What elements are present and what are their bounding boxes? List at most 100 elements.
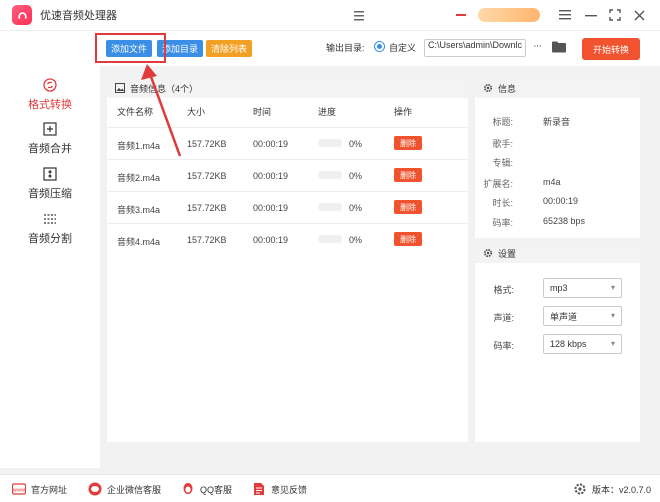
wechat-support-link[interactable]: 企业微信客服 <box>88 482 161 496</box>
decor-dash-icon <box>456 14 466 16</box>
delete-button[interactable]: 删除 <box>394 168 422 182</box>
info-key: 码率: <box>492 218 513 228</box>
svg-text:www: www <box>13 488 25 494</box>
column-header: 时间 <box>253 107 272 117</box>
chevron-down-icon: ▾ <box>610 283 615 292</box>
website-link[interactable]: www 官方网址 <box>12 482 67 496</box>
info-value: m4a <box>543 177 561 187</box>
more-icon[interactable]: ··· <box>533 40 542 52</box>
table-row[interactable]: 音频3.m4a 157.72KB 00:00:19 0% 删除 <box>107 191 468 222</box>
file-size: 157.72KB <box>187 235 227 245</box>
compress-icon <box>43 167 57 181</box>
output-dir-label: 输出目录: <box>326 43 365 53</box>
version-info: 版本：v2.0.7.0 <box>573 482 651 496</box>
output-path-input[interactable]: C:\Users\admin\Downlc <box>424 39 526 57</box>
settings-title: 设置 <box>498 248 517 259</box>
file-time: 00:00:19 <box>253 139 289 149</box>
sidebar-item-label: 音频压缩 <box>28 188 72 200</box>
progress-bar <box>318 203 342 211</box>
progress-text: 0% <box>349 235 363 245</box>
column-header: 文件名称 <box>117 107 154 117</box>
sidebar-item-merge[interactable]: 音频合并 <box>0 122 100 156</box>
progress-text: 0% <box>349 139 363 149</box>
clear-list-button[interactable]: 清除列表 <box>206 40 253 57</box>
info-panel: 信息 标题: 新录音 歌手: 专辑: 扩展名: m4a 时长: 00:00:19… <box>475 78 640 238</box>
file-name: 音频4.m4a <box>117 237 161 247</box>
file-time: 00:00:19 <box>253 171 289 181</box>
channel-value: 单声道 <box>550 311 578 322</box>
merge-icon <box>43 122 57 136</box>
sidebar-item-label: 音频分割 <box>28 233 72 245</box>
info-key: 专辑: <box>492 158 513 168</box>
delete-button[interactable]: 删除 <box>394 200 422 214</box>
progress-text: 0% <box>349 171 363 181</box>
table-row[interactable]: 音频4.m4a 157.72KB 00:00:19 0% 删除 <box>107 223 468 254</box>
bitrate-label: 码率: <box>493 341 514 351</box>
close-icon[interactable] <box>630 6 648 24</box>
info-key: 扩展名: <box>483 179 513 189</box>
sidebar-item-compress[interactable]: 音频压缩 <box>0 167 100 201</box>
sidebar-item-split[interactable]: 音频分割 <box>0 212 100 246</box>
maximize-icon[interactable] <box>606 6 624 24</box>
progress-bar <box>318 235 342 243</box>
start-convert-button[interactable]: 开始转换 <box>582 38 640 60</box>
minimize-icon[interactable] <box>582 6 600 24</box>
column-header: 进度 <box>318 107 337 117</box>
channel-select[interactable]: 单声道 ▾ <box>543 306 622 326</box>
format-select[interactable]: mp3 ▾ <box>543 278 622 298</box>
chevron-down-icon: ▾ <box>610 311 615 320</box>
info-title: 信息 <box>498 83 517 94</box>
sidebar-item-format-convert[interactable]: 格式转换 <box>0 78 100 112</box>
title-bar: 优速音频处理器 <box>0 0 660 30</box>
format-value: mp3 <box>550 283 568 293</box>
file-list-panel: 音频信息（4个） 文件名称 大小 时间 进度 操作 音频1.m4a 157.72… <box>107 78 468 442</box>
info-value: 新录音 <box>543 117 571 127</box>
channel-label: 声道: <box>493 313 514 323</box>
file-name: 音频3.m4a <box>117 205 161 215</box>
info-header: 信息 <box>475 78 640 98</box>
promo-badge[interactable] <box>478 8 540 22</box>
wechat-icon <box>88 482 102 496</box>
progress-bar <box>318 171 342 179</box>
status-bar: www 官方网址 企业微信客服 QQ客服 意见反馈 版本：v2.0.7.0 <box>0 474 660 502</box>
format-label: 格式: <box>493 285 514 295</box>
qq-support-link[interactable]: QQ客服 <box>181 482 232 496</box>
settings-panel: 设置 格式: mp3 ▾ 声道: 单声道 ▾ 码率: 128 kbps ▾ <box>475 243 640 442</box>
column-header: 大小 <box>187 107 206 117</box>
image-icon <box>115 83 125 93</box>
menu-icon[interactable] <box>556 6 574 24</box>
file-size: 157.72KB <box>187 203 227 213</box>
delete-button[interactable]: 删除 <box>394 136 422 150</box>
file-list-title: 音频信息（4个） <box>130 83 199 94</box>
settings-header: 设置 <box>475 243 640 263</box>
chevron-down-icon: ▾ <box>610 339 615 348</box>
progress-text: 0% <box>349 203 363 213</box>
app-title: 优速音频处理器 <box>40 10 117 22</box>
file-name: 音频1.m4a <box>117 141 161 151</box>
bitrate-value: 128 kbps <box>550 339 587 349</box>
sidebar-item-label: 音频合并 <box>28 143 72 155</box>
file-list-header: 音频信息（4个） <box>107 78 468 98</box>
folder-icon[interactable] <box>552 41 566 53</box>
table-row[interactable]: 音频2.m4a 157.72KB 00:00:19 0% 删除 <box>107 159 468 190</box>
info-key: 时长: <box>492 198 513 208</box>
refresh-icon <box>43 78 57 92</box>
bitrate-select[interactable]: 128 kbps ▾ <box>543 334 622 354</box>
column-header: 操作 <box>394 107 413 117</box>
feedback-icon <box>254 483 264 495</box>
gear-icon <box>574 483 586 495</box>
sidebar-item-label: 格式转换 <box>28 99 72 111</box>
file-time: 00:00:19 <box>253 235 289 245</box>
feedback-link[interactable]: 意见反馈 <box>252 482 307 496</box>
version-label: 版本：v2.0.7.0 <box>592 484 652 495</box>
progress-bar <box>318 139 342 147</box>
delete-button[interactable]: 删除 <box>394 232 422 246</box>
split-icon <box>43 212 57 226</box>
info-key: 标题: <box>492 117 513 127</box>
file-size: 157.72KB <box>187 171 227 181</box>
qq-icon <box>183 483 193 494</box>
website-label: 官方网址 <box>31 484 68 495</box>
file-size: 157.72KB <box>187 139 227 149</box>
table-row[interactable]: 音频1.m4a 157.72KB 00:00:19 0% 删除 <box>107 127 468 158</box>
custom-radio[interactable] <box>374 41 385 52</box>
